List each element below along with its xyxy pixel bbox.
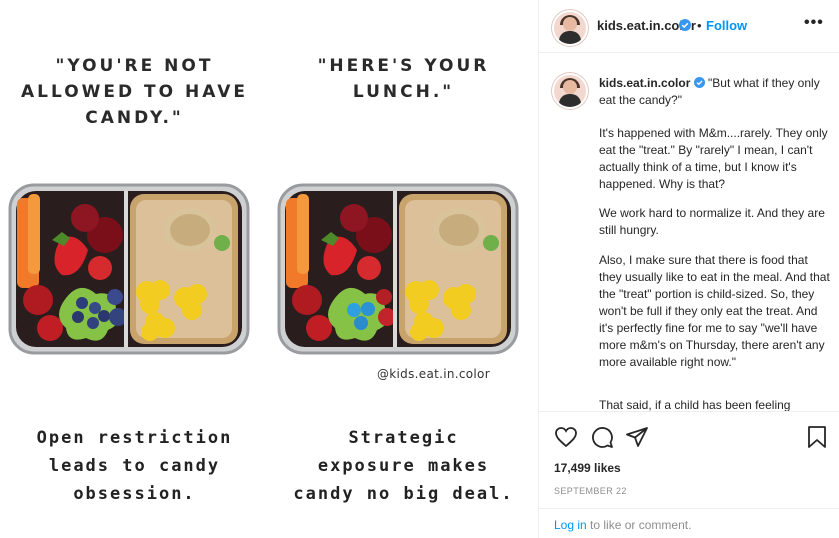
- bookmark-icon[interactable]: [806, 425, 828, 449]
- panel-caption: Open restriction leads to candy obsessio…: [36, 428, 233, 504]
- caption-paragraph: Also, I make sure that there is food tha…: [599, 253, 830, 369]
- panel-quote: "YOU'RE NOT ALLOWED TO HAVE CANDY.": [20, 56, 249, 128]
- post-header: kids.eat.in.color • Follow •••: [539, 0, 839, 53]
- caption-paragraph: That said, if a child has been feeling: [599, 398, 791, 412]
- caption-username[interactable]: kids.eat.in.color: [599, 76, 690, 90]
- lunchbox-illustration: [8, 183, 250, 355]
- login-text: to like or comment.: [586, 518, 692, 532]
- comment-icon[interactable]: [590, 425, 614, 449]
- caption-paragraph: It's happened with M&m....rarely. They o…: [599, 126, 828, 191]
- follow-button[interactable]: Follow: [706, 18, 747, 33]
- post-image[interactable]: "YOU'RE NOT ALLOWED TO HAVE CANDY." Open…: [0, 0, 538, 538]
- post-sidebar: kids.eat.in.color • Follow ••• kids.eat.…: [538, 0, 839, 538]
- separator-dot: •: [697, 18, 702, 33]
- action-bar: [539, 413, 839, 453]
- image-panel-exposure: "HERE'S YOUR LUNCH." @kids.eat.in.color …: [269, 0, 538, 538]
- panel-caption: Strategic exposure makes candy no big de…: [293, 428, 514, 504]
- login-prompt: Log in to like or comment.: [539, 508, 839, 538]
- avatar[interactable]: [552, 10, 588, 46]
- login-link[interactable]: Log in: [554, 518, 587, 532]
- post-date[interactable]: SEPTEMBER 22: [554, 486, 627, 496]
- verified-badge-icon: [693, 77, 705, 88]
- caption-area[interactable]: kids.eat.in.color "But what if they only…: [539, 53, 839, 412]
- more-options-icon[interactable]: •••: [804, 14, 824, 32]
- image-panel-restriction: "YOU'RE NOT ALLOWED TO HAVE CANDY." Open…: [0, 0, 269, 538]
- verified-badge-icon: [679, 19, 691, 31]
- share-icon[interactable]: [625, 425, 649, 449]
- lunchbox-illustration: [277, 183, 519, 355]
- panel-quote: "HERE'S YOUR LUNCH.": [317, 56, 490, 102]
- heart-icon[interactable]: [554, 425, 578, 449]
- caption-paragraph: We work hard to normalize it. And they a…: [599, 206, 825, 237]
- avatar[interactable]: [552, 73, 588, 109]
- likes-count[interactable]: 17,499 likes: [554, 461, 621, 475]
- caption-first-line: kids.eat.in.color "But what if they only…: [599, 75, 831, 109]
- watermark-handle: @kids.eat.in.color: [377, 367, 490, 381]
